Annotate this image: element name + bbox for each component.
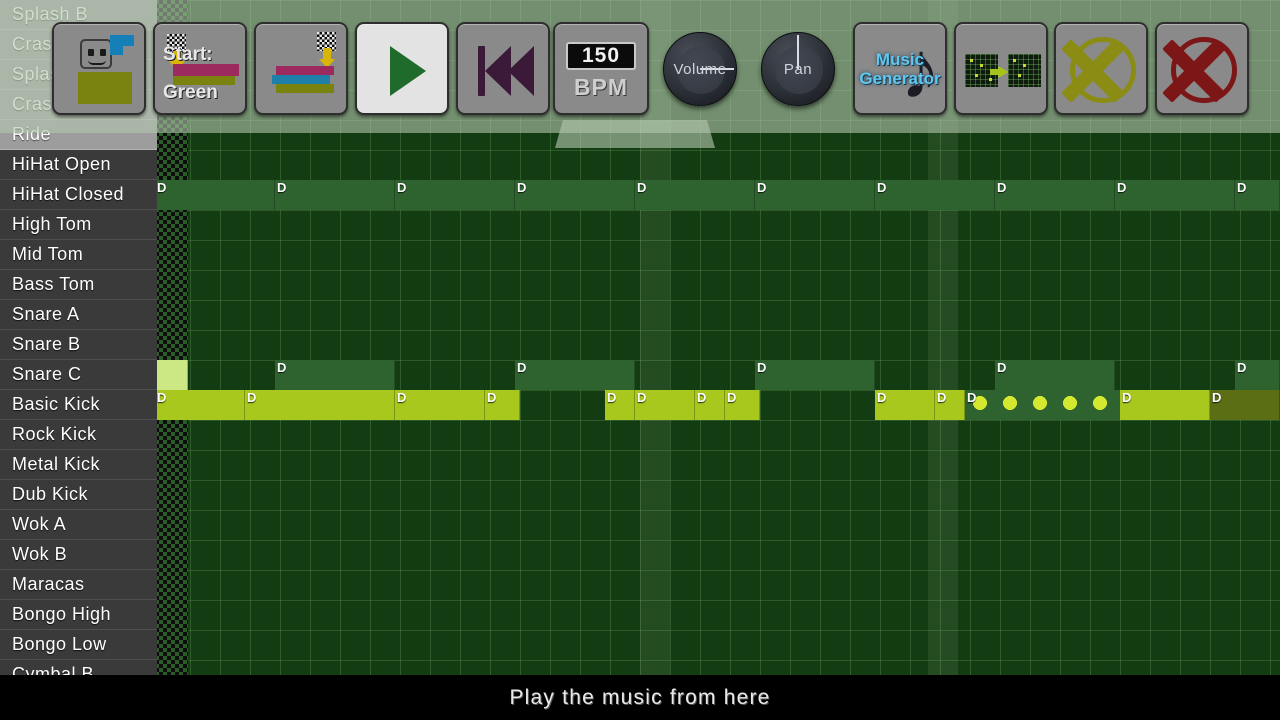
track-row-high-tom[interactable]: High Tom [0,210,157,240]
toolbar-tab-bump [555,120,715,148]
status-bar: Play the music from here [0,675,1280,720]
track-row-snare-c[interactable]: Snare C [0,360,157,390]
pan-knob-label: Pan [762,61,834,78]
track-label: Mid Tom [0,244,83,265]
track-label: Bongo High [0,604,111,625]
character-head-icon [80,39,112,69]
track-row-dub-kick[interactable]: Dub Kick [0,480,157,510]
track-row-rock-kick[interactable]: Rock Kick [0,420,157,450]
track-row-maracas[interactable]: Maracas [0,570,157,600]
rewind-icon [478,46,485,96]
pattern-target-icon [1008,54,1041,87]
start-green-label: Start: Green [163,44,247,104]
track-row-hihat-closed[interactable]: HiHat Closed [0,180,157,210]
volume-knob-label: Volume [664,61,736,78]
track-row-cymbal-b[interactable]: Cymbal B [0,660,157,675]
track-row-snare-b[interactable]: Snare B [0,330,157,360]
bpm-display: 150 [566,42,636,70]
track-row-metal-kick[interactable]: Metal Kick [0,450,157,480]
track-label: Wok A [0,514,66,535]
character-body-icon [78,72,132,104]
music-generator-label: Music Generator [855,50,945,88]
clear-button[interactable] [1054,22,1148,115]
track-row-basic-kick[interactable]: Basic Kick [0,390,157,420]
track-label: High Tom [0,214,92,235]
play-icon [390,46,426,96]
flag-icon-lower [110,46,123,55]
track-label: HiHat Closed [0,184,124,205]
track-label: Snare C [0,364,82,385]
track-label: HiHat Open [0,154,111,175]
bpm-label: BPM [555,74,647,101]
pan-knob[interactable]: Pan [761,32,835,106]
flag-icon [110,35,134,46]
status-text: Play the music from here [509,686,770,710]
track-row-snare-a[interactable]: Snare A [0,300,157,330]
track-row-wok-a[interactable]: Wok A [0,510,157,540]
rewind-button[interactable] [456,22,550,115]
track-row-wok-b[interactable]: Wok B [0,540,157,570]
track-label: Cymbal B [0,664,94,675]
track-row-bongo-low[interactable]: Bongo Low [0,630,157,660]
music-generator-button[interactable]: ♪ Music Generator [853,22,947,115]
track-label: Basic Kick [0,394,100,415]
track-row-bongo-high[interactable]: Bongo High [0,600,157,630]
track-label: Bass Tom [0,274,95,295]
track-label: Snare B [0,334,81,355]
track-row-mid-tom[interactable]: Mid Tom [0,240,157,270]
sequencer-app: DDDDDDDDDDDDDDDDDDDDDDDDDDDD Splash BCra… [0,0,1280,720]
track-label: Metal Kick [0,454,100,475]
track-label: Rock Kick [0,424,97,445]
track-row-bass-tom[interactable]: Bass Tom [0,270,157,300]
track-label: Bongo Low [0,634,107,655]
duplicate-pattern-button[interactable] [954,22,1048,115]
character-button[interactable] [52,22,146,115]
track-label: Dub Kick [0,484,88,505]
bpm-value: 150 [582,44,620,68]
track-label: Maracas [0,574,85,595]
delete-button[interactable] [1155,22,1249,115]
track-label: Snare A [0,304,80,325]
stack-tracks-button[interactable] [254,22,348,115]
track-label: Wok B [0,544,67,565]
start-green-button[interactable]: Start: Green [153,22,247,115]
play-button[interactable] [355,22,449,115]
volume-knob[interactable]: Volume [663,32,737,106]
track-row-hihat-open[interactable]: HiHat Open [0,150,157,180]
bpm-button[interactable]: 150 BPM [553,22,649,115]
